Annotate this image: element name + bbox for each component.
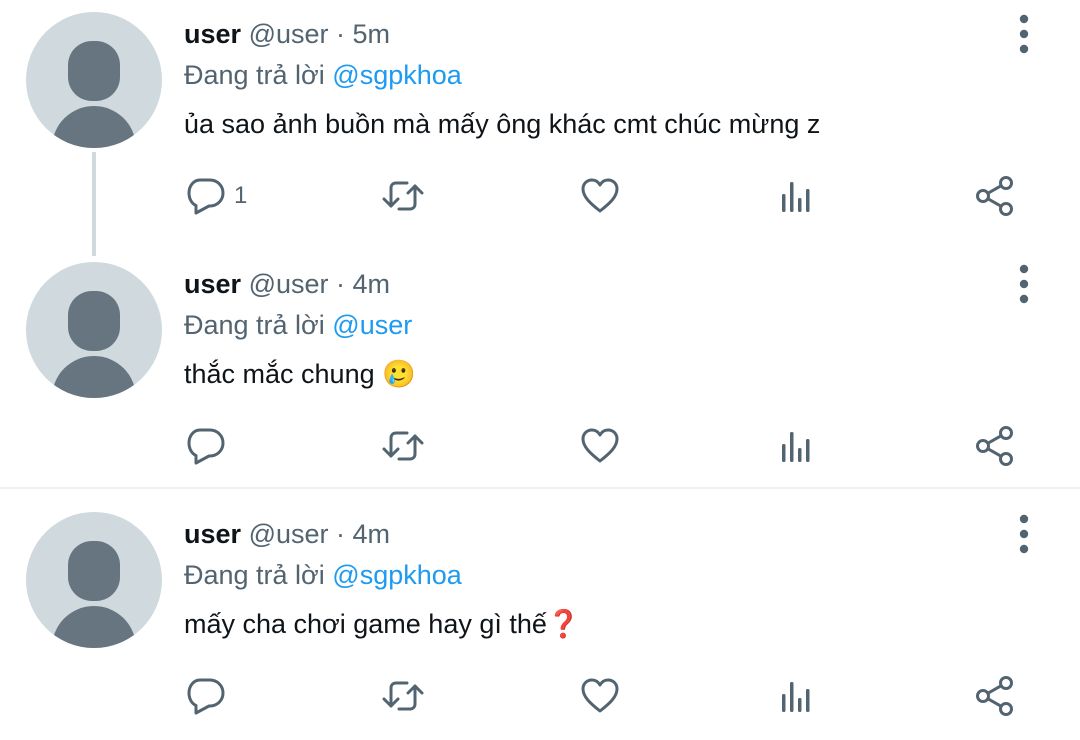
avatar-shoulders (52, 106, 136, 148)
replying-to: Đang trả lời @user (184, 305, 412, 345)
user-handle[interactable]: @user (249, 269, 329, 299)
tweet-1[interactable]: user @user · 5m Đang trả lời @sgpkhoa ủa… (0, 0, 1080, 256)
avatar-head (68, 291, 120, 351)
heart-icon (581, 178, 619, 213)
tweet-actions (0, 674, 1080, 718)
user-handle[interactable]: @user (249, 19, 329, 49)
replying-to-mention[interactable]: @sgpkhoa (332, 560, 462, 590)
replying-to: Đang trả lời @sgpkhoa (184, 555, 462, 595)
like-button[interactable] (580, 674, 620, 718)
replying-to-label: Đang trả lời (184, 60, 325, 90)
share-button[interactable] (974, 174, 1016, 218)
avatar-shoulders (52, 356, 136, 398)
views-icon (782, 182, 810, 212)
share-button[interactable] (974, 424, 1016, 468)
reply-icon (187, 428, 225, 465)
share-button[interactable] (974, 674, 1016, 718)
reply-button[interactable] (186, 424, 234, 468)
tweet-header: user @user · 5m (184, 14, 390, 54)
retweet-icon (382, 181, 424, 211)
share-icon (976, 176, 1013, 216)
tweet-text: thắc mắc chung 🥲 (184, 359, 416, 389)
share-icon (976, 676, 1013, 716)
reply-icon (187, 678, 225, 715)
avatar-shoulders (52, 606, 136, 648)
tweet-actions (0, 424, 1080, 468)
like-button[interactable] (580, 424, 620, 468)
views-button[interactable] (776, 424, 816, 468)
replying-to: Đang trả lời @sgpkhoa (184, 55, 462, 95)
views-button[interactable] (776, 174, 816, 218)
timestamp[interactable]: 4m (353, 269, 391, 299)
separator-dot: · (336, 519, 346, 549)
heart-icon (581, 428, 619, 463)
views-button[interactable] (776, 674, 816, 718)
more-options-button[interactable] (1006, 14, 1042, 54)
replying-to-label: Đang trả lời (184, 560, 325, 590)
tweet-header: user @user · 4m (184, 264, 390, 304)
heart-icon (581, 678, 619, 713)
replying-to-mention[interactable]: @user (332, 310, 412, 340)
retweet-button[interactable] (380, 174, 426, 218)
more-options-button[interactable] (1006, 264, 1042, 304)
avatar[interactable] (26, 12, 162, 148)
replying-to-mention[interactable]: @sgpkhoa (332, 60, 462, 90)
display-name[interactable]: user (184, 19, 241, 49)
more-vertical-icon (1019, 264, 1029, 304)
display-name[interactable]: user (184, 269, 241, 299)
retweet-button[interactable] (380, 674, 426, 718)
replying-to-label: Đang trả lời (184, 310, 325, 340)
reply-count: 1 (234, 182, 248, 209)
tweet-2[interactable]: user @user · 4m Đang trả lời @user thắc … (0, 250, 1080, 490)
views-icon (782, 432, 810, 462)
reply-button[interactable]: 1 (186, 174, 247, 218)
more-vertical-icon (1019, 14, 1029, 54)
tweet-text: ủa sao ảnh buồn mà mấy ông khác cmt chúc… (184, 109, 821, 139)
reply-button[interactable] (186, 674, 234, 718)
avatar[interactable] (26, 512, 162, 648)
separator-dot: · (336, 269, 346, 299)
separator-dot: · (336, 19, 346, 49)
tweet-actions: 1 (0, 174, 1080, 218)
retweet-icon (382, 681, 424, 711)
avatar-head (68, 541, 120, 601)
retweet-icon (382, 431, 424, 461)
avatar[interactable] (26, 262, 162, 398)
more-vertical-icon (1019, 514, 1029, 554)
timestamp[interactable]: 4m (353, 519, 391, 549)
tweet-text: mấy cha chơi game hay gì thế❓ (184, 609, 581, 639)
reply-icon (187, 178, 225, 215)
share-icon (976, 426, 1013, 466)
like-button[interactable] (580, 174, 620, 218)
views-icon (782, 682, 810, 712)
more-options-button[interactable] (1006, 514, 1042, 554)
retweet-button[interactable] (380, 424, 426, 468)
user-handle[interactable]: @user (249, 519, 329, 549)
timestamp[interactable]: 5m (353, 19, 391, 49)
avatar-head (68, 41, 120, 101)
tweet-divider (0, 487, 1080, 489)
tweet-3[interactable]: user @user · 4m Đang trả lời @sgpkhoa mấ… (0, 500, 1080, 740)
display-name[interactable]: user (184, 519, 241, 549)
tweet-header: user @user · 4m (184, 514, 390, 554)
